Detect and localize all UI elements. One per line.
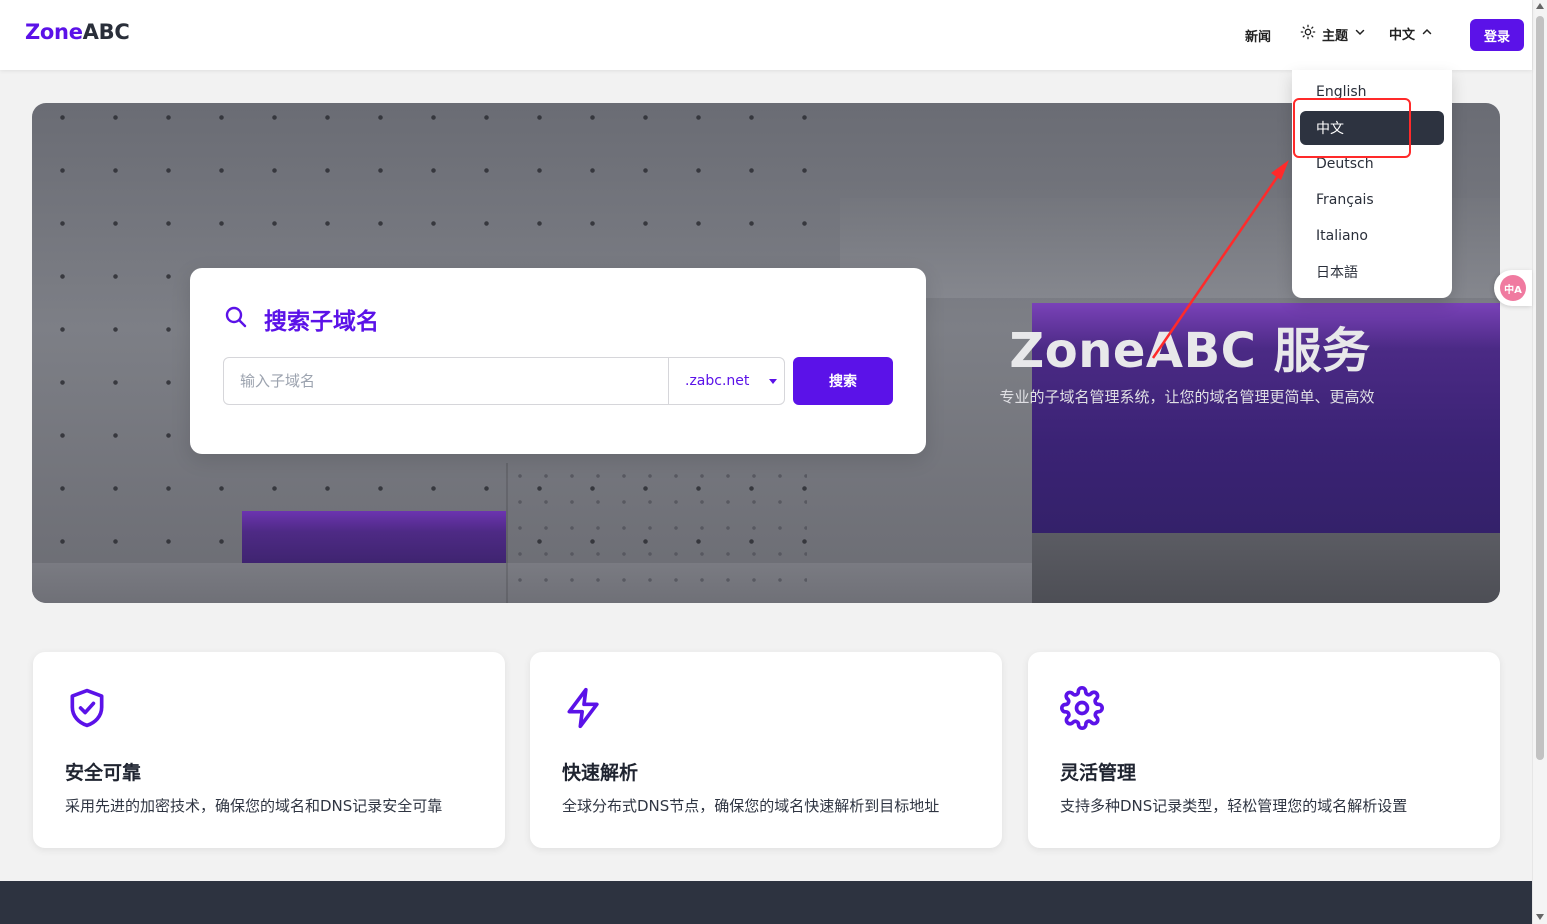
hero-decoration — [506, 463, 508, 603]
feature-title: 快速解析 — [562, 762, 639, 784]
search-field-group: .zabc.net — [223, 357, 785, 405]
site-logo[interactable]: ZoneABC — [25, 20, 130, 44]
lightning-icon — [562, 686, 606, 730]
search-card: 搜索子域名 .zabc.net 搜索 — [190, 268, 926, 454]
scroll-down-arrow-icon[interactable] — [1536, 914, 1544, 920]
search-button[interactable]: 搜索 — [793, 357, 893, 405]
caret-down-icon — [769, 378, 778, 384]
domain-select-value: .zabc.net — [685, 373, 750, 389]
annotation-highlight-box — [1293, 98, 1411, 158]
logo-zone-text: Zone — [25, 20, 83, 44]
feature-card-speed: 快速解析 全球分布式DNS节点，确保您的域名快速解析到目标地址 — [530, 652, 1002, 848]
sun-icon — [1300, 24, 1316, 44]
feature-description: 全球分布式DNS节点，确保您的域名快速解析到目标地址 — [562, 797, 940, 815]
translate-widget[interactable]: 中A — [1494, 270, 1532, 306]
domain-select[interactable]: .zabc.net — [668, 358, 784, 404]
chevron-up-icon — [1421, 26, 1433, 42]
shield-check-icon — [65, 686, 109, 730]
feature-card-management: 灵活管理 支持多种DNS记录类型，轻松管理您的域名解析设置 — [1028, 652, 1500, 848]
login-button[interactable]: 登录 — [1470, 19, 1524, 51]
top-navbar: ZoneABC 新闻 主题 中文 登录 — [0, 0, 1532, 70]
language-option-italian[interactable]: Italiano — [1300, 219, 1444, 253]
language-label: 中文 — [1389, 28, 1416, 43]
search-card-header: 搜索子域名 — [224, 302, 379, 336]
theme-toggle[interactable]: 主题 — [1300, 24, 1366, 44]
hero-decoration — [1032, 533, 1500, 603]
feature-title: 安全可靠 — [65, 762, 142, 784]
nav-news-link[interactable]: 新闻 — [1245, 26, 1271, 45]
hero-subtitle: 专业的子域名管理系统，让您的域名管理更简单、更高效 — [999, 388, 1375, 406]
search-icon — [224, 305, 248, 333]
feature-description: 采用先进的加密技术，确保您的域名和DNS记录安全可靠 — [65, 797, 443, 815]
theme-label: 主题 — [1322, 28, 1349, 44]
chevron-down-icon — [1354, 26, 1366, 42]
scroll-up-arrow-icon[interactable] — [1536, 3, 1544, 9]
page-scrollbar[interactable] — [1532, 0, 1547, 924]
feature-description: 支持多种DNS记录类型，轻松管理您的域名解析设置 — [1060, 797, 1408, 815]
footer — [0, 881, 1532, 924]
translate-icon: 中A — [1500, 275, 1526, 301]
search-title: 搜索子域名 — [264, 309, 379, 335]
gear-icon — [1060, 686, 1104, 730]
feature-card-security: 安全可靠 采用先进的加密技术，确保您的域名和DNS记录安全可靠 — [33, 652, 505, 848]
language-toggle[interactable]: 中文 — [1389, 24, 1433, 43]
hero-decoration — [242, 511, 506, 563]
logo-abc-text: ABC — [82, 20, 130, 44]
feature-title: 灵活管理 — [1060, 762, 1137, 784]
language-option-japanese[interactable]: 日本語 — [1300, 255, 1444, 289]
hero-dot-pattern — [507, 463, 807, 583]
subdomain-input[interactable] — [224, 358, 668, 404]
language-option-french[interactable]: Français — [1300, 183, 1444, 217]
hero-title: ZoneABC 服务 — [1009, 323, 1371, 379]
scroll-thumb[interactable] — [1536, 16, 1544, 760]
